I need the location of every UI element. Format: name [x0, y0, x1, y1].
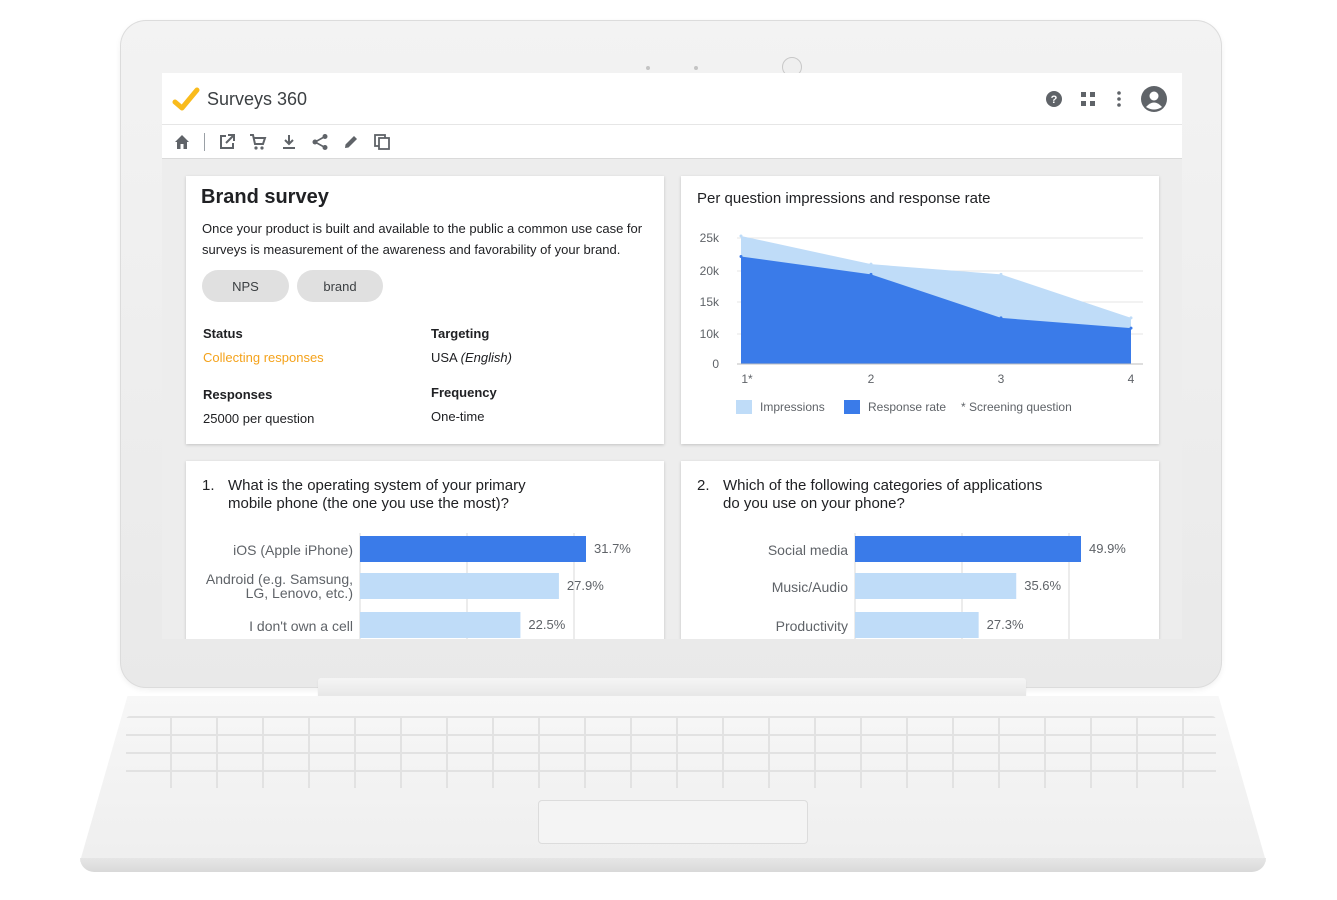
- responses-value: 25000 per question: [203, 411, 315, 426]
- frequency-value: One-time: [431, 409, 485, 424]
- account-icon[interactable]: [1140, 85, 1168, 113]
- data-point: [739, 234, 743, 238]
- category-label: I don't own a cell: [249, 618, 353, 634]
- x-tick-label: 3: [998, 372, 1005, 386]
- category-label: Social media: [768, 542, 848, 558]
- screen: Surveys 360 ? Brand survey Once your pro…: [162, 73, 1182, 639]
- data-label: 31.7%: [594, 541, 631, 556]
- tag-chip[interactable]: NPS: [202, 270, 289, 302]
- y-tick-label: 0: [712, 357, 719, 371]
- survey-summary-card: Brand survey Once your product is built …: [186, 176, 664, 444]
- category-label: Productivity: [776, 618, 848, 634]
- status-label: Status: [203, 326, 243, 341]
- category-label: Music/Audio: [772, 579, 848, 595]
- x-tick-label: 4: [1128, 372, 1135, 386]
- legend-swatch: [844, 400, 860, 414]
- keyboard: [126, 716, 1216, 788]
- bar: [360, 612, 521, 638]
- data-label: 49.9%: [1089, 541, 1126, 556]
- tag-chip[interactable]: brand: [297, 270, 383, 302]
- svg-text:?: ?: [1051, 94, 1058, 106]
- trackpad: [538, 800, 808, 844]
- question-2-card: 2. Which of the following categories of …: [681, 461, 1159, 639]
- app-title: Surveys 360: [207, 89, 308, 109]
- apps-grid-icon[interactable]: [1078, 89, 1098, 109]
- y-tick-label: 20k: [700, 264, 720, 278]
- bar-chart: 31.7%iOS (Apple iPhone)27.9%Android (e.g…: [206, 533, 631, 639]
- data-label: 27.3%: [987, 617, 1024, 632]
- bar: [360, 573, 559, 599]
- data-label: 22.5%: [528, 617, 565, 632]
- status-value: Collecting responses: [203, 350, 324, 365]
- impressions-chart-card: Per question impressions and response ra…: [681, 176, 1159, 444]
- data-point: [869, 272, 873, 276]
- toolbar-divider: [204, 132, 205, 151]
- data-point: [1129, 326, 1133, 330]
- bar: [855, 536, 1081, 562]
- bar: [360, 536, 586, 562]
- responses-label: Responses: [203, 387, 273, 402]
- targeting-value: USA (English): [431, 350, 512, 365]
- cart-icon[interactable]: [247, 131, 269, 153]
- data-point: [999, 316, 1003, 320]
- bar: [855, 612, 979, 638]
- data-label: 27.9%: [567, 578, 604, 593]
- more-vert-icon[interactable]: [1112, 89, 1126, 109]
- app-bar: Surveys 360 ?: [162, 73, 1182, 125]
- surveys-360-logo-icon: [172, 87, 200, 111]
- y-tick-label: 10k: [700, 327, 720, 341]
- survey-title: Brand survey: [201, 186, 329, 208]
- download-icon[interactable]: [278, 131, 300, 153]
- help-icon[interactable]: ?: [1044, 89, 1064, 109]
- targeting-language: (English): [460, 350, 512, 365]
- camera-indicator: [646, 66, 650, 70]
- x-tick-label: 2: [868, 372, 875, 386]
- data-point: [1129, 316, 1133, 320]
- legend-swatch: [736, 400, 752, 414]
- data-point: [999, 272, 1003, 276]
- copy-icon[interactable]: [371, 131, 393, 153]
- targeting-country: USA: [431, 350, 458, 365]
- frequency-label: Frequency: [431, 385, 497, 400]
- edit-icon[interactable]: [340, 131, 362, 153]
- legend-label: Response rate: [868, 400, 946, 414]
- y-tick-label: 25k: [700, 231, 720, 245]
- legend-label: Impressions: [760, 400, 825, 414]
- question-1-card: 1. What is the operating system of your …: [186, 461, 664, 639]
- targeting-label: Targeting: [431, 326, 490, 341]
- category-label: iOS (Apple iPhone): [233, 542, 353, 558]
- y-tick-label: 15k: [700, 295, 720, 309]
- toolbar: [162, 125, 1182, 159]
- data-point: [869, 262, 873, 266]
- share-icon[interactable]: [309, 131, 331, 153]
- data-point: [739, 254, 743, 258]
- category-label: LG, Lenovo, etc.): [246, 585, 353, 601]
- data-label: 35.6%: [1024, 578, 1061, 593]
- bar: [855, 573, 1017, 599]
- laptop-base-edge: [80, 858, 1266, 872]
- legend-note: * Screening question: [961, 400, 1072, 414]
- x-tick-label: 1*: [741, 372, 753, 386]
- bar-chart: 49.9% Social media 35.6% Music/Audio 27.3% Pr…: [768, 533, 1126, 639]
- camera-indicator: [694, 66, 698, 70]
- home-icon[interactable]: [171, 131, 193, 153]
- open-in-new-icon[interactable]: [216, 131, 238, 153]
- survey-description: Once your product is built and available…: [202, 221, 643, 257]
- area-chart: 25k 20k 15k 10k 0 1* 2 3 4 Impressions Response ra…: [700, 231, 1143, 414]
